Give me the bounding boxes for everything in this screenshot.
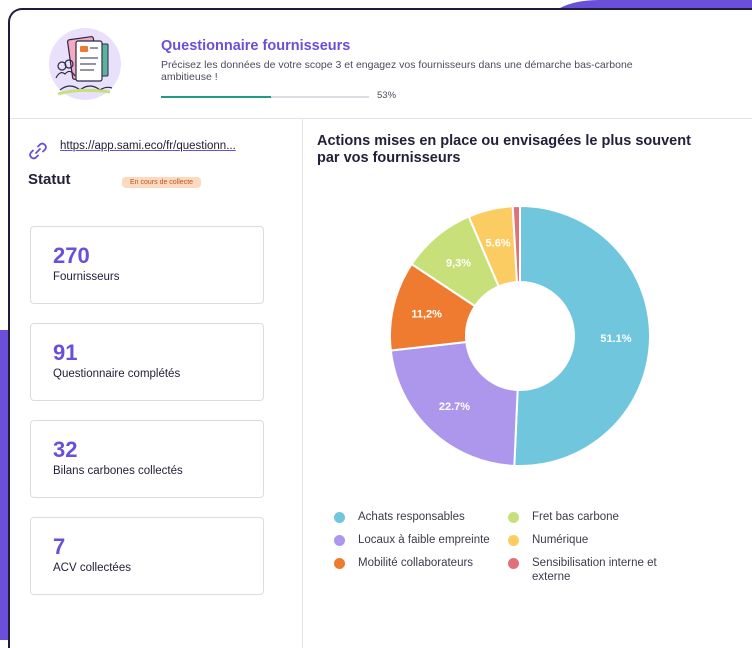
legend-swatch <box>508 512 519 523</box>
legend-label: Achats responsables <box>358 511 465 523</box>
stat-value: 7 <box>53 534 66 559</box>
legend-swatch <box>334 558 345 569</box>
legend-swatch <box>508 558 519 569</box>
legend-label: Sensibilisation interne et externe <box>532 557 657 583</box>
stat-label: Bilans carbones collectés <box>53 465 183 477</box>
questionnaire-header: Questionnaire fournisseurs Précisez les … <box>10 10 752 119</box>
stat-label: Fournisseurs <box>53 271 120 283</box>
chart-title: Actions mises en place ou envisagées le … <box>317 133 691 166</box>
legend-swatch <box>334 535 345 546</box>
statut-label: Statut <box>28 171 71 188</box>
link-icon <box>29 142 47 160</box>
stat-value: 91 <box>53 340 78 365</box>
questionnaire-illustration <box>49 28 121 100</box>
legend-swatch <box>508 535 519 546</box>
stat-card-questionnaires: 91 Questionnaire complétés <box>30 323 264 401</box>
stat-label: Questionnaire complétés <box>53 368 181 380</box>
legend-label: Fret bas carbone <box>532 511 619 523</box>
questionnaire-description: Précisez les données de votre scope 3 et… <box>161 59 633 83</box>
stat-label: ACV collectées <box>53 562 131 574</box>
slice-label: 9,3% <box>446 257 471 269</box>
stat-value: 270 <box>53 243 90 268</box>
legend-label: Locaux à faible empreinte <box>358 534 490 546</box>
questionnaire-title: Questionnaire fournisseurs <box>161 38 351 54</box>
legend-label: Mobilité collaborateurs <box>358 557 474 569</box>
stat-card-bilans: 32 Bilans carbones collectés <box>30 420 264 498</box>
progress-bar <box>161 96 369 98</box>
legend-swatch <box>334 512 345 523</box>
slice-label: 51.1% <box>600 333 631 345</box>
slice-label: 5.6% <box>486 238 511 250</box>
stat-card-fournisseurs: 270 Fournisseurs <box>30 226 264 304</box>
legend-label: Numérique <box>532 534 589 546</box>
slice-label: 11,2% <box>411 308 442 320</box>
chart-legend: Achats responsables Locaux à faible empre… <box>334 510 734 600</box>
slice-label: 22.7% <box>439 401 470 413</box>
donut-chart: 51.1% 22.7% 11,2% 9,3% 5.6% <box>389 204 651 467</box>
questionnaire-link[interactable]: https://app.sami.eco/fr/questionn... <box>60 140 236 152</box>
stat-value: 32 <box>53 437 78 462</box>
stat-card-acv: 7 ACV collectées <box>30 517 264 595</box>
status-badge: En cours de collecte <box>122 177 202 188</box>
progress-fill <box>161 96 272 98</box>
progress-label: 53% <box>377 90 397 101</box>
